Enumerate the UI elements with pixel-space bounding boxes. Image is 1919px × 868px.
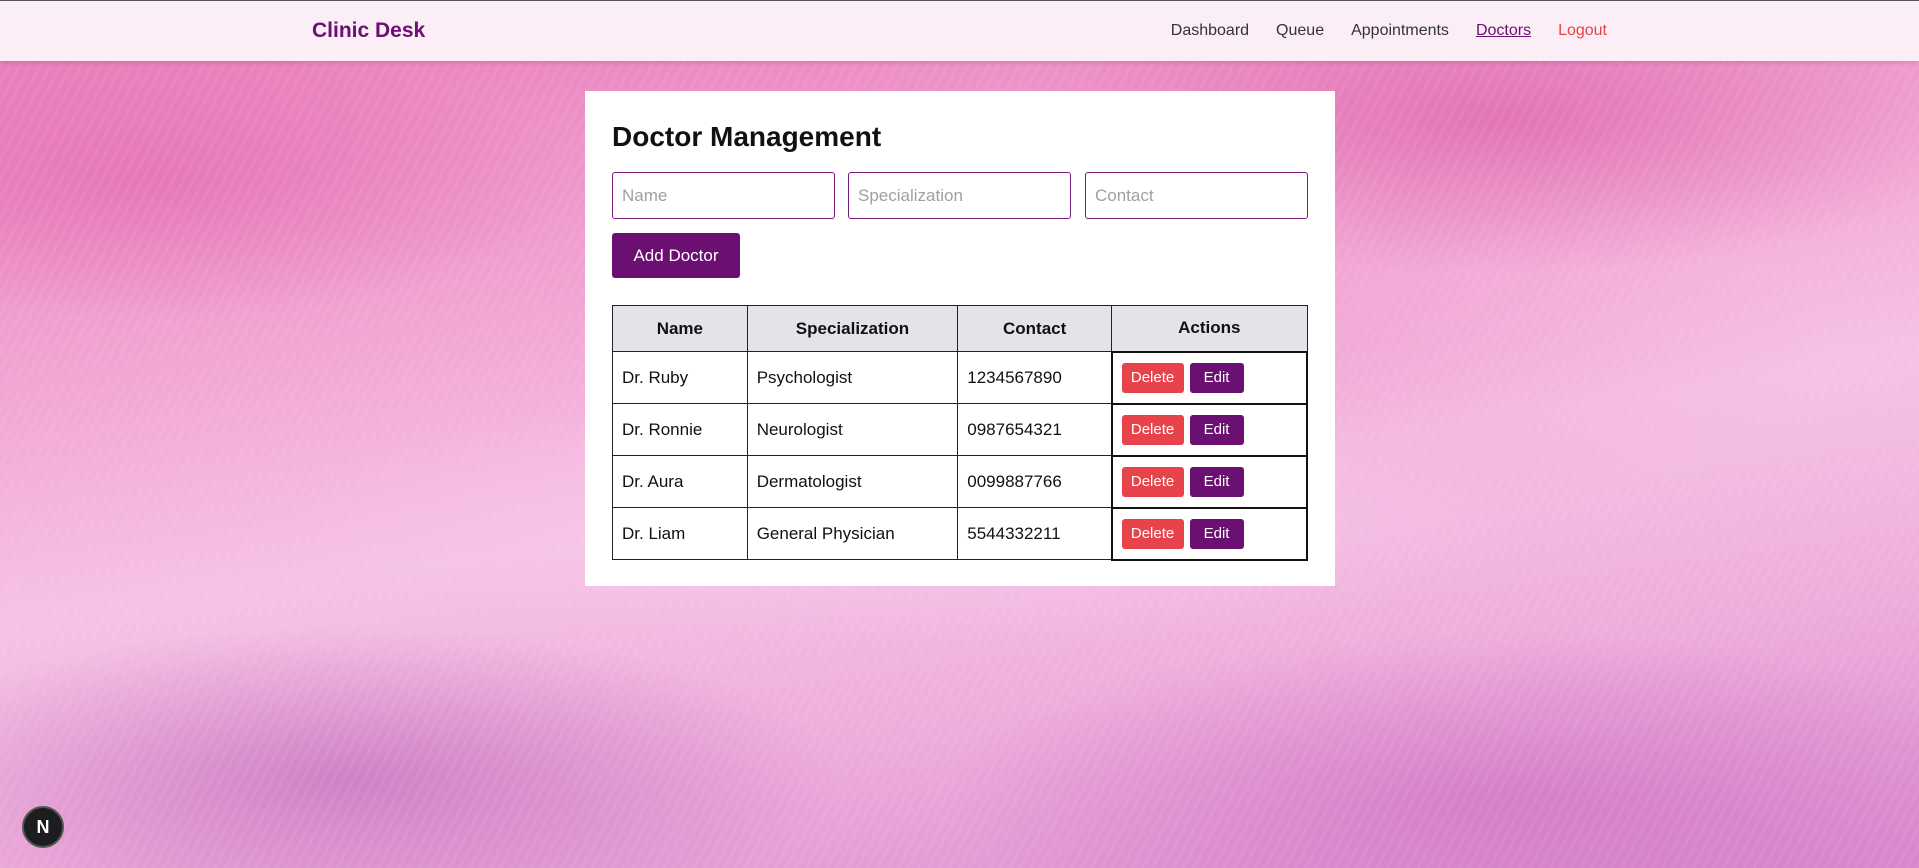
nav-links: Dashboard Queue Appointments Doctors Log… xyxy=(1171,22,1607,40)
table-row: Dr. Aura Dermatologist 0099887766 Delete… xyxy=(612,454,1309,509)
nav-link-doctors[interactable]: Doctors xyxy=(1476,22,1531,40)
doctor-name-cell: Dr. Ruby xyxy=(612,351,748,404)
delete-button[interactable]: Delete xyxy=(1121,362,1184,393)
edit-button[interactable]: Edit xyxy=(1189,466,1244,497)
actions-cell: Delete Edit xyxy=(1110,350,1309,405)
delete-button[interactable]: Delete xyxy=(1121,466,1184,497)
nextjs-dev-badge-icon[interactable]: N xyxy=(22,806,64,848)
doctor-specialization-cell: Dermatologist xyxy=(746,455,959,508)
column-header-name: Name xyxy=(612,305,748,352)
doctor-contact-cell: 0099887766 xyxy=(957,455,1113,508)
doctor-specialization-cell: General Physician xyxy=(746,507,959,560)
doctor-name-cell: Dr. Ronnie xyxy=(612,403,748,456)
table-row: Dr. Liam General Physician 5544332211 De… xyxy=(612,506,1309,561)
edit-button[interactable]: Edit xyxy=(1189,414,1244,445)
doctor-name-cell: Dr. Aura xyxy=(612,455,748,508)
doctor-contact-cell: 5544332211 xyxy=(957,507,1113,560)
edit-button[interactable]: Edit xyxy=(1189,362,1244,393)
doctors-table: Name Specialization Contact Actions Dr. … xyxy=(612,305,1309,561)
actions-cell: Delete Edit xyxy=(1110,454,1309,509)
column-header-actions: Actions xyxy=(1111,305,1308,352)
name-input[interactable] xyxy=(612,172,835,219)
column-header-contact: Contact xyxy=(957,305,1113,352)
brand-logo[interactable]: Clinic Desk xyxy=(312,19,425,43)
page-title: Doctor Management xyxy=(612,121,882,152)
nav-link-appointments[interactable]: Appointments xyxy=(1351,22,1449,40)
doctor-contact-cell: 0987654321 xyxy=(957,403,1113,456)
doctor-specialization-cell: Neurologist xyxy=(746,403,959,456)
contact-input[interactable] xyxy=(1085,172,1308,219)
actions-cell: Delete Edit xyxy=(1110,506,1309,561)
delete-button[interactable]: Delete xyxy=(1121,518,1184,549)
actions-cell: Delete Edit xyxy=(1110,402,1309,457)
add-doctor-button[interactable]: Add Doctor xyxy=(612,233,740,278)
doctor-management-card: Doctor Management Add Doctor Name Specia… xyxy=(585,91,1335,586)
delete-button[interactable]: Delete xyxy=(1121,414,1184,445)
nav-link-logout[interactable]: Logout xyxy=(1558,22,1607,40)
edit-button[interactable]: Edit xyxy=(1189,518,1244,549)
doctor-contact-cell: 1234567890 xyxy=(957,351,1113,404)
table-row: Dr. Ronnie Neurologist 0987654321 Delete… xyxy=(612,402,1309,457)
top-navbar: Clinic Desk Dashboard Queue Appointments… xyxy=(0,0,1919,61)
doctor-name-cell: Dr. Liam xyxy=(612,507,748,560)
nav-link-dashboard[interactable]: Dashboard xyxy=(1171,22,1249,40)
table-row: Dr. Ruby Psychologist 1234567890 Delete E… xyxy=(612,350,1309,405)
table-header-row: Name Specialization Contact Actions xyxy=(612,305,1308,352)
specialization-input[interactable] xyxy=(848,172,1071,219)
nav-link-queue[interactable]: Queue xyxy=(1276,22,1324,40)
column-header-specialization: Specialization xyxy=(746,305,959,352)
doctor-specialization-cell: Psychologist xyxy=(746,351,959,404)
